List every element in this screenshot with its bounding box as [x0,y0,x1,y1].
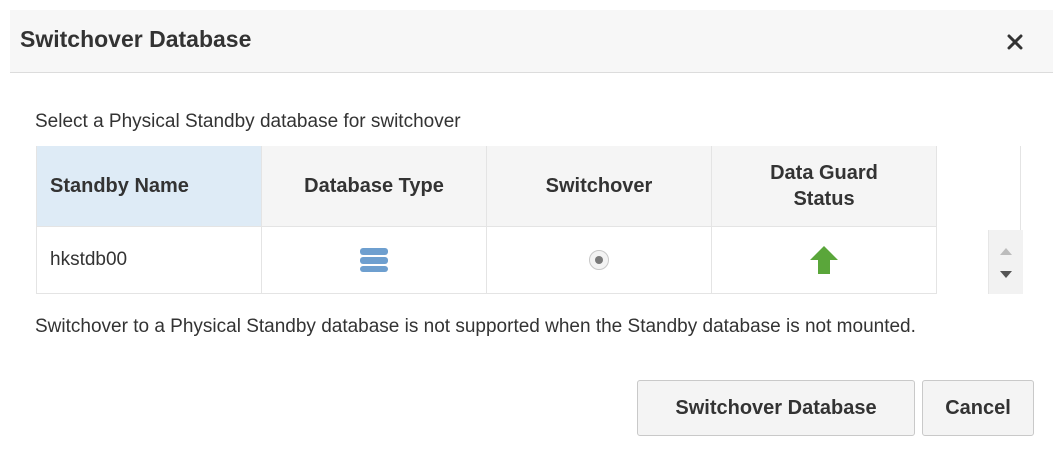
database-type-cell [261,226,487,294]
scroll-up-icon[interactable] [1000,248,1012,255]
warning-text: Switchover to a Physical Standby databas… [35,316,916,337]
instruction-text: Select a Physical Standby database for s… [35,111,461,132]
column-header-standby-name[interactable]: Standby Name [36,146,262,227]
column-header-data-guard-status-label: Data Guard Status [770,162,878,210]
database-icon [360,248,388,272]
dialog-title: Switchover Database [20,26,252,52]
cancel-button[interactable]: Cancel [922,380,1034,436]
standby-table: Standby Name Database Type Switchover Da… [36,146,937,294]
switchover-database-button[interactable]: Switchover Database [637,380,915,436]
switchover-radio[interactable] [589,249,609,270]
close-icon [1007,34,1023,50]
close-button[interactable] [1001,28,1029,56]
scroll-down-icon[interactable] [1000,271,1012,278]
dialog-titlebar: Switchover Database [10,10,1053,73]
up-arrow-icon [810,246,838,274]
table-row[interactable]: hkstdb00 [36,226,937,294]
switchover-dialog: Switchover Database Select a Physical St… [0,0,1053,456]
data-guard-status-cell [711,226,937,294]
column-header-data-guard-status[interactable]: Data Guard Status [711,146,937,227]
table-header-row: Standby Name Database Type Switchover Da… [36,146,937,227]
column-header-switchover[interactable]: Switchover [486,146,712,227]
switchover-cell [486,226,712,294]
column-header-database-type[interactable]: Database Type [261,146,487,227]
standby-name-cell: hkstdb00 [36,226,262,294]
table-scrollbar[interactable] [988,230,1023,294]
